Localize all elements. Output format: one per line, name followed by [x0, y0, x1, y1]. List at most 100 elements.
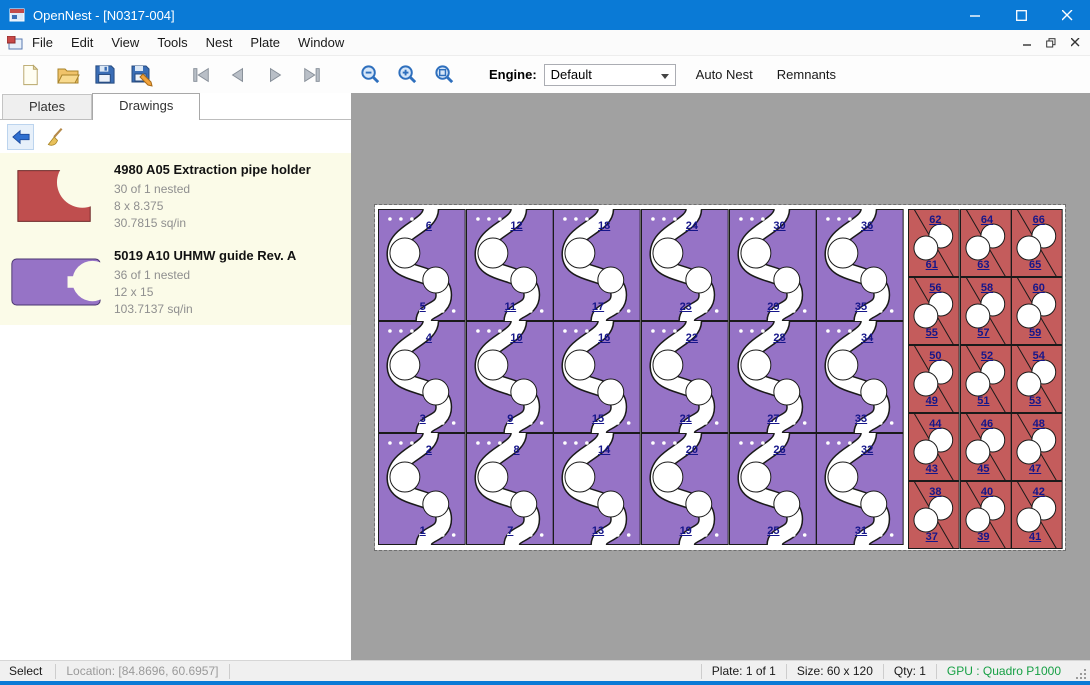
part-number: 31: [855, 525, 867, 537]
nested-part-pair-purple[interactable]: 3029: [729, 209, 817, 321]
nested-part-pair-purple[interactable]: 43: [378, 321, 466, 433]
new-button[interactable]: [12, 59, 49, 90]
part-number: 54: [1033, 350, 1045, 362]
drawing-area: 30.7815 sq/in: [114, 215, 311, 232]
engine-select[interactable]: Default: [544, 64, 676, 86]
zoom-in-icon: [396, 63, 419, 86]
part-number: 33: [855, 413, 867, 425]
nested-part-pair-purple[interactable]: 65: [378, 209, 466, 321]
nav-next-button[interactable]: [256, 59, 293, 90]
nav-last-button[interactable]: [293, 59, 330, 90]
nested-part-pair-red[interactable]: 6261: [908, 209, 960, 277]
nested-part-pair-red[interactable]: 6059: [1011, 277, 1063, 345]
chevron-down-icon: [661, 74, 669, 79]
menu-item-file[interactable]: File: [23, 35, 62, 50]
nested-part-pair-purple[interactable]: 2827: [729, 321, 817, 433]
nested-part-pair-red[interactable]: 5655: [908, 277, 960, 345]
resize-grip[interactable]: [1075, 668, 1088, 681]
nested-part-pair-purple[interactable]: 1615: [553, 321, 641, 433]
drawing-list-item[interactable]: 4980 A05 Extraction pipe holder 30 of 1 …: [0, 153, 351, 239]
part-number: 23: [680, 301, 692, 313]
import-drawing-button[interactable]: [7, 124, 34, 150]
menu-item-view[interactable]: View: [102, 35, 148, 50]
close-button[interactable]: [1044, 0, 1090, 30]
nav-first-icon: [190, 65, 212, 85]
plate[interactable]: 6512111817242330293635431091615222128273…: [375, 205, 1065, 550]
menu-item-window[interactable]: Window: [289, 35, 353, 50]
nested-part-pair-red[interactable]: 52 51: [960, 345, 1012, 413]
nested-part-pair-purple[interactable]: 109: [466, 321, 554, 433]
part-number: 3: [420, 413, 426, 425]
nested-part-pair-purple[interactable]: 3433: [816, 321, 904, 433]
part-number: 52: [981, 350, 993, 362]
nested-part-pair-purple[interactable]: 3635: [816, 209, 904, 321]
red-parts-grid: 6261646366655655585760595049525154534443…: [908, 209, 1063, 549]
part-number: 51: [977, 395, 989, 407]
clear-drawings-button[interactable]: [41, 124, 68, 150]
nav-prev-button[interactable]: [219, 59, 256, 90]
status-qty: Qty: 1: [884, 664, 936, 678]
part-number: 43: [926, 463, 938, 475]
nested-part-pair-purple[interactable]: 1817: [553, 209, 641, 321]
nested-part-pair-red[interactable]: 4241: [1011, 481, 1063, 549]
part-number: 10: [510, 332, 522, 344]
save-as-button[interactable]: [123, 59, 160, 90]
part-number: 32: [861, 444, 873, 456]
nested-part-pair-purple[interactable]: 32 31: [816, 433, 904, 545]
nested-part-pair-purple[interactable]: 21: [378, 433, 466, 545]
drawing-list-item[interactable]: 5019 A10 UHMW guide Rev. A 36 of 1 neste…: [0, 239, 351, 325]
nested-part-pair-red[interactable]: 6463: [960, 209, 1012, 277]
nested-part-pair-red[interactable]: 6665: [1011, 209, 1063, 277]
nested-part-pair-red[interactable]: 5453: [1011, 345, 1063, 413]
menu-item-tools[interactable]: Tools: [148, 35, 196, 50]
menu-item-edit[interactable]: Edit: [62, 35, 102, 50]
status-size: Size: 60 x 120: [787, 664, 883, 678]
zoom-out-button[interactable]: [352, 59, 389, 90]
part-number: 36: [861, 220, 873, 232]
drawings-toolbar: [0, 120, 351, 153]
drawing-nested-count: 30 of 1 nested: [114, 181, 311, 198]
app-window: OpenNest - [N0317-004] File Edit View To…: [0, 0, 1090, 685]
drawing-area: 103.7137 sq/in: [114, 301, 296, 318]
part-number: 49: [926, 395, 938, 407]
mdi-close-button[interactable]: [1063, 33, 1087, 53]
menu-item-nest[interactable]: Nest: [197, 35, 242, 50]
zoom-in-button[interactable]: [389, 59, 426, 90]
open-button[interactable]: [49, 59, 86, 90]
nested-part-pair-purple[interactable]: 87: [466, 433, 554, 545]
part-number: 27: [767, 413, 779, 425]
nest-canvas[interactable]: 6512111817242330293635431091615222128273…: [351, 93, 1090, 660]
part-number: 59: [1029, 327, 1041, 339]
remnants-button[interactable]: Remnants: [773, 63, 840, 86]
nested-part-pair-red[interactable]: 3837: [908, 481, 960, 549]
part-number: 21: [680, 413, 692, 425]
menu-item-plate[interactable]: Plate: [241, 35, 289, 50]
mdi-restore-button[interactable]: [1039, 33, 1063, 53]
nested-part-pair-purple[interactable]: 2423: [641, 209, 729, 321]
nested-part-pair-purple[interactable]: 1211: [466, 209, 554, 321]
nested-part-pair-red[interactable]: 46 45: [960, 413, 1012, 481]
mdi-minimize-button[interactable]: [1015, 33, 1039, 53]
nested-part-pair-red[interactable]: 4847: [1011, 413, 1063, 481]
minimize-button[interactable]: [952, 0, 998, 30]
part-number: 46: [981, 418, 993, 430]
nested-part-pair-red[interactable]: 4039: [960, 481, 1012, 549]
auto-nest-button[interactable]: Auto Nest: [692, 63, 757, 86]
nested-part-pair-purple[interactable]: 2625: [729, 433, 817, 545]
nested-part-pair-red[interactable]: 4443: [908, 413, 960, 481]
tab-plates[interactable]: Plates: [2, 94, 92, 119]
nested-part-pair-purple[interactable]: 1413: [553, 433, 641, 545]
nested-part-pair-purple[interactable]: 2019: [641, 433, 729, 545]
nested-part-pair-red[interactable]: 5049: [908, 345, 960, 413]
nested-part-pair-purple[interactable]: 2221: [641, 321, 729, 433]
maximize-button[interactable]: [998, 0, 1044, 30]
zoom-fit-button[interactable]: [426, 59, 463, 90]
part-number: 19: [680, 525, 692, 537]
save-button[interactable]: [86, 59, 123, 90]
part-number: 26: [773, 444, 785, 456]
nav-first-button[interactable]: [182, 59, 219, 90]
nested-part-pair-red[interactable]: 5857: [960, 277, 1012, 345]
tab-drawings[interactable]: Drawings: [92, 93, 200, 120]
part-number: 45: [977, 463, 989, 475]
import-arrow-icon: [11, 128, 31, 146]
